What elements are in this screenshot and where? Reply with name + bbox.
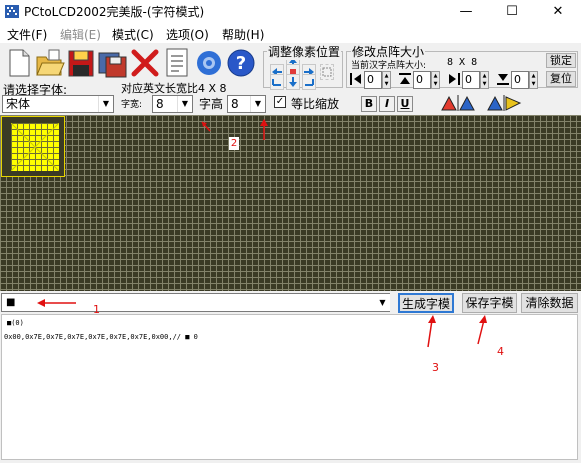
char-height-value: 8 <box>231 97 239 111</box>
annotation-label-4: 4 <box>497 345 504 358</box>
shrink-right-icon[interactable] <box>447 71 461 87</box>
menu-edit[interactable]: 编辑(E) <box>60 26 101 43</box>
window-title: PCtoLCD2002完美版-(字符模式) <box>24 5 205 19</box>
app-icon <box>5 5 19 18</box>
bottom-spin-input[interactable]: 0 <box>511 71 529 89</box>
chevron-down-icon[interactable]: ▼ <box>375 294 390 311</box>
proportional-label: 等比缩放 <box>291 97 340 111</box>
save-as-icon[interactable] <box>97 47 127 79</box>
menu-options[interactable]: 选项(O) <box>166 26 209 43</box>
align-bottom-right-icon <box>305 79 314 86</box>
char-width-label: 字宽: <box>121 100 143 110</box>
font-select[interactable]: 宋体 ▼ <box>2 95 114 113</box>
chevron-down-icon: ▼ <box>98 96 113 112</box>
dot-matrix-group-label: 修改点阵大小 <box>351 43 426 60</box>
right-spin-input[interactable]: 0 <box>462 71 480 89</box>
annotation-arrow-left-icon <box>37 299 76 307</box>
proportional-checkbox[interactable]: ✓ <box>274 96 286 108</box>
select-area-button[interactable] <box>320 64 334 80</box>
dot-matrix-grid[interactable]: 2 <box>0 115 581 291</box>
move-down-button[interactable] <box>286 74 300 90</box>
right-spin-arrows[interactable]: ▲ ▼ <box>480 71 489 89</box>
pixel-position-label: 调整像素位置 <box>267 43 342 60</box>
char-width-value: 8 <box>156 97 164 111</box>
help-icon[interactable]: ? <box>226 47 256 79</box>
title-bar: PCtoLCD2002完美版-(字符模式) — ☐ ✕ <box>0 0 581 23</box>
open-folder-icon[interactable] <box>35 47 65 79</box>
top-spin-input[interactable]: 0 <box>413 71 431 89</box>
italic-button[interactable]: I <box>379 96 395 112</box>
svg-text:?: ? <box>236 53 246 74</box>
save-icon[interactable] <box>66 47 96 79</box>
menu-mode[interactable]: 模式(C) <box>112 26 154 43</box>
annotation-label-2: 2 <box>229 137 239 150</box>
minimize-button[interactable]: — <box>443 0 489 23</box>
left-spin-input[interactable]: 0 <box>364 71 382 89</box>
bottom-spin-arrows[interactable]: ▲ ▼ <box>529 71 538 89</box>
lock-button[interactable]: 锁定 <box>546 53 576 68</box>
shrink-top-icon[interactable] <box>398 71 412 87</box>
delete-icon[interactable] <box>130 47 160 79</box>
restore-button[interactable]: 复位 <box>546 71 576 87</box>
generate-button[interactable]: 生成字模 <box>398 293 454 313</box>
annotation-arrow-up-icon <box>477 315 487 345</box>
annotation-arrow-up-icon <box>260 119 268 140</box>
rotate-left-button[interactable] <box>270 74 284 90</box>
aspect-ratio-label: 对应英文长宽比4 X 8 <box>121 82 227 95</box>
left-spin-arrows[interactable]: ▲ ▼ <box>382 71 391 89</box>
menu-help[interactable]: 帮助(H) <box>222 26 264 43</box>
rotate-right-button[interactable] <box>302 74 316 90</box>
selection-icon <box>322 67 332 77</box>
new-file-icon[interactable] <box>4 47 34 79</box>
chevron-down-icon: ▼ <box>250 96 265 112</box>
minimize-icon: — <box>459 4 473 19</box>
shrink-left-icon[interactable] <box>349 71 363 87</box>
mirror-vertical-icon[interactable] <box>486 94 522 112</box>
char-width-select[interactable]: 8 ▼ <box>152 95 193 113</box>
output-line-2: 0x00,0x7E,0x7E,0x7E,0x7E,0x7E,0x7E,0x00,… <box>4 333 198 341</box>
align-bottom-left-icon <box>272 79 281 86</box>
cross-lines-icon <box>11 123 59 171</box>
maximize-icon: ☐ <box>506 4 518 19</box>
font-select-value: 宋体 <box>6 97 31 111</box>
arrow-down-icon <box>289 77 297 87</box>
shrink-bottom-icon[interactable] <box>496 71 510 87</box>
document-icon[interactable] <box>162 47 192 79</box>
chevron-down-icon: ▼ <box>177 96 192 112</box>
output-line-1: ■(0) <box>7 319 24 327</box>
mirror-horizontal-icon[interactable] <box>440 94 476 112</box>
current-size-value: 8 X 8 <box>447 57 478 68</box>
annotation-label-3: 3 <box>432 361 439 374</box>
character-cell[interactable] <box>1 116 65 177</box>
character-input-value: ■ <box>6 297 16 308</box>
save-font-button[interactable]: 保存字模 <box>462 293 517 313</box>
annotation-arrow-icon <box>201 121 211 132</box>
checkmark-icon: ✓ <box>275 96 285 107</box>
underline-button[interactable]: U <box>397 96 413 112</box>
char-height-label: 字高 <box>199 97 224 111</box>
menu-bar: 文件(F) 编辑(E) 模式(C) 选项(O) 帮助(H) <box>0 23 581 43</box>
settings-gear-icon[interactable] <box>194 47 224 79</box>
close-button[interactable]: ✕ <box>535 0 581 23</box>
menu-file[interactable]: 文件(F) <box>7 26 47 43</box>
maximize-button[interactable]: ☐ <box>489 0 535 23</box>
close-icon: ✕ <box>552 4 564 19</box>
clear-data-button[interactable]: 清除数据 <box>521 293 578 313</box>
bold-button[interactable]: B <box>361 96 377 112</box>
annotation-arrow-up-icon <box>427 315 436 348</box>
top-spin-arrows[interactable]: ▲ ▼ <box>431 71 440 89</box>
char-height-select[interactable]: 8 ▼ <box>227 95 266 113</box>
